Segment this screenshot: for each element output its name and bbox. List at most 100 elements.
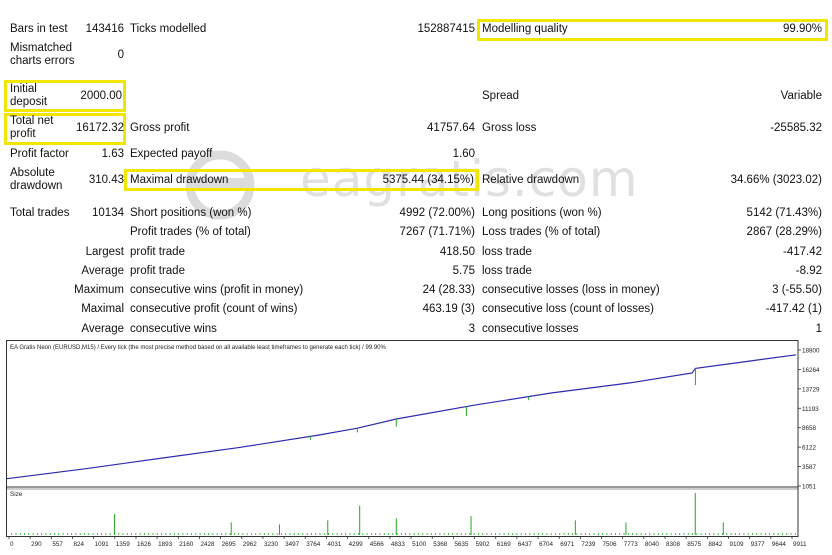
- balance-chart: EA Gratis Neon (EURUSD,M15) / Every tick…: [6, 340, 826, 552]
- netprofit-value: 16172.32: [76, 122, 124, 134]
- deposit-label-1: Initial: [10, 83, 37, 95]
- y-tick-label: 18800: [802, 348, 820, 355]
- spread-label: Spread: [482, 90, 520, 102]
- balance-chart-svg: EA Gratis Neon (EURUSD,M15) / Every tick…: [6, 340, 820, 548]
- maximum-label: Maximum: [74, 284, 124, 296]
- x-tick-label: 5635: [454, 541, 469, 548]
- average-profit-trade-label: profit trade: [130, 265, 185, 277]
- largest-loss-trade-value: -417.42: [782, 246, 822, 258]
- avg-consecutive-wins-value: 3: [468, 323, 475, 335]
- profit-trades-value: 7267 (71.71%): [399, 226, 475, 238]
- x-tick-label: 2428: [200, 541, 215, 548]
- ticks-value: 152887415: [417, 23, 475, 35]
- spread-value: Variable: [780, 90, 822, 102]
- chart-frame: [6, 340, 799, 537]
- max-consecutive-wins-label: consecutive wins (profit in money): [130, 284, 304, 296]
- reldd-value: 34.66% (3023.02): [730, 174, 822, 186]
- x-tick-label: 6971: [560, 541, 575, 548]
- short-label: Short positions (won %): [130, 207, 252, 219]
- largest-profit-trade-label: profit trade: [130, 246, 185, 258]
- loss-trades-value: 2867 (28.29%): [746, 226, 822, 238]
- average-profit-trade-value: 5.75: [452, 265, 475, 277]
- y-tick-label: 1051: [802, 484, 817, 491]
- netprofit-label-1: Total net: [10, 115, 54, 127]
- x-tick-label: 3764: [306, 541, 321, 548]
- x-tick-label: 7506: [603, 541, 618, 548]
- deposit-label-2: deposit: [10, 96, 48, 108]
- x-tick-label: 8308: [666, 541, 681, 548]
- x-tick-label: 3497: [285, 541, 300, 548]
- average2-label: Average: [81, 323, 124, 335]
- grossprofit-value: 41757.64: [427, 122, 475, 134]
- max-consecutive-loss-value: -417.42 (1): [765, 303, 822, 315]
- short-value: 4992 (72.00%): [399, 207, 475, 219]
- mismatch-value: 0: [117, 49, 124, 61]
- max-consecutive-profit-label: consecutive profit (count of wins): [130, 303, 298, 315]
- x-tick-label: 1091: [95, 541, 110, 548]
- maxdd-value: 5375.44 (34.15%): [382, 174, 474, 186]
- max-consecutive-wins-value: 24 (28.33): [422, 284, 475, 296]
- x-tick-label: 0: [10, 541, 14, 548]
- y-tick-label: 8658: [802, 425, 817, 432]
- x-tick-label: 1893: [158, 541, 173, 548]
- x-tick-label: 5902: [476, 541, 491, 548]
- y-tick-label: 3587: [802, 464, 817, 471]
- grossloss-label: Gross loss: [482, 122, 537, 134]
- mismatch-label-1: Mismatched: [10, 42, 72, 54]
- x-tick-label: 6704: [539, 541, 554, 548]
- x-tick-label: 824: [73, 541, 84, 548]
- avg-consecutive-losses-value: 1: [815, 323, 822, 335]
- x-tick-label: 8575: [687, 541, 702, 548]
- modelling-quality-label: Modelling quality: [482, 23, 568, 35]
- grossprofit-label: Gross profit: [130, 122, 190, 134]
- x-tick-label: 6437: [518, 541, 533, 548]
- largest-profit-trade-value: 418.50: [439, 246, 475, 258]
- y-tick-label: 13729: [802, 386, 820, 393]
- profit-factor-value: 1.63: [101, 148, 124, 160]
- x-tick-label: 2962: [243, 541, 258, 548]
- y-tick-label: 16264: [802, 367, 820, 374]
- x-tick-label: 8842: [708, 541, 723, 548]
- maxdd-label: Maximal drawdown: [130, 174, 229, 186]
- avg-consecutive-wins-label: consecutive wins: [130, 323, 217, 335]
- long-label: Long positions (won %): [482, 207, 602, 219]
- x-tick-label: 2160: [179, 541, 194, 548]
- x-tick-label: 4833: [391, 541, 406, 548]
- expected-payoff-value: 1.60: [452, 148, 475, 160]
- x-tick-label: 7773: [624, 541, 639, 548]
- absdd-label-2: drawdown: [10, 180, 63, 192]
- loss-trades-label: Loss trades (% of total): [482, 226, 601, 238]
- max-consecutive-losses-label: consecutive losses (loss in money): [482, 284, 660, 296]
- total-trades-label: Total trades: [10, 207, 70, 219]
- deposit-value: 2000.00: [80, 90, 122, 102]
- y-tick-label: 11193: [802, 406, 819, 413]
- absdd-value: 310.43: [88, 174, 124, 186]
- profit-factor-label: Profit factor: [10, 148, 69, 160]
- size-panel-label: Size: [10, 491, 23, 498]
- average-label: Average: [81, 265, 124, 277]
- ticks-label: Ticks modelled: [130, 23, 207, 35]
- long-value: 5142 (71.43%): [746, 207, 822, 219]
- expected-payoff-label: Expected payoff: [130, 148, 213, 160]
- x-tick-label: 9377: [751, 541, 766, 548]
- x-tick-label: 5368: [433, 541, 448, 548]
- x-tick-label: 9911: [793, 541, 807, 548]
- y-tick-label: 6122: [802, 445, 817, 452]
- average-loss-trade-value: -8.92: [795, 265, 822, 277]
- x-tick-label: 6169: [497, 541, 512, 548]
- max-consecutive-losses-value: 3 (-55.50): [772, 284, 822, 296]
- x-tick-label: 3230: [264, 541, 279, 548]
- largest-loss-trade-label: loss trade: [482, 246, 532, 258]
- bars-value: 143416: [85, 23, 124, 35]
- absdd-label-1: Absolute: [10, 167, 55, 179]
- profit-trades-label: Profit trades (% of total): [130, 226, 251, 238]
- average-loss-trade-label: loss trade: [482, 265, 532, 277]
- largest-label: Largest: [85, 246, 124, 258]
- bars-label: Bars in test: [10, 23, 68, 35]
- x-tick-label: 557: [52, 541, 63, 548]
- maximal-label: Maximal: [81, 303, 124, 315]
- mismatch-label-2: charts errors: [10, 55, 75, 67]
- x-tick-label: 9109: [730, 541, 745, 548]
- x-tick-label: 7239: [581, 541, 596, 548]
- total-trades-value: 10134: [92, 207, 124, 219]
